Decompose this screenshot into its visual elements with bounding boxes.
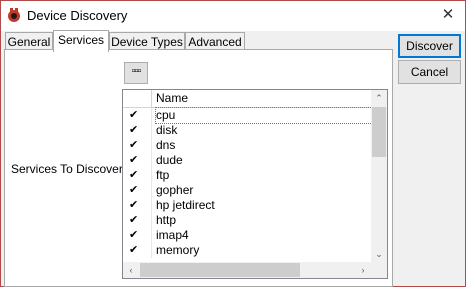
tab-services[interactable]: Services bbox=[53, 30, 109, 52]
check-icon[interactable]: ✔ bbox=[129, 228, 141, 243]
check-icon[interactable]: ✔ bbox=[129, 108, 141, 123]
table-row[interactable]: ✔ gopher bbox=[123, 183, 371, 198]
check-icon[interactable]: ✔ bbox=[129, 153, 141, 168]
close-icon[interactable]: ✕ bbox=[433, 3, 463, 27]
name-column-header[interactable]: Name bbox=[156, 91, 188, 105]
service-name: gopher bbox=[156, 183, 194, 197]
service-name: hp jetdirect bbox=[156, 198, 215, 212]
check-icon[interactable]: ✔ bbox=[129, 138, 141, 153]
table-row[interactable]: ✔ dns bbox=[123, 138, 371, 153]
horizontal-scroll-thumb[interactable] bbox=[140, 263, 300, 277]
table-row[interactable]: ✔ disk bbox=[123, 123, 371, 138]
check-icon[interactable]: ✔ bbox=[129, 198, 141, 213]
service-name: ftp bbox=[156, 168, 170, 182]
grid-header: Name bbox=[123, 90, 371, 108]
check-icon[interactable]: ✔ bbox=[129, 183, 141, 198]
discover-button[interactable]: Discover bbox=[398, 34, 461, 58]
table-row[interactable]: ✔ cpu bbox=[123, 107, 387, 124]
table-row[interactable]: ✔ memory bbox=[123, 243, 371, 258]
table-row[interactable]: ✔ dude bbox=[123, 153, 371, 168]
service-name: dude bbox=[156, 153, 183, 167]
services-to-discover-label: Services To Discover: bbox=[11, 162, 127, 176]
service-name: http bbox=[156, 213, 177, 227]
table-row[interactable]: ✔ imap4 bbox=[123, 228, 371, 243]
service-name: dns bbox=[156, 138, 176, 152]
vertical-scrollbar[interactable]: ⌃ ⌄ bbox=[371, 90, 387, 262]
cancel-button[interactable]: Cancel bbox=[398, 60, 461, 84]
scroll-right-icon[interactable]: › bbox=[355, 262, 371, 278]
device-discovery-window: Device Discovery ✕ General Services Devi… bbox=[0, 0, 466, 287]
services-rows: ✔ cpu ✔ disk ✔ dns ✔ dude ✔ ftp ✔ gopher ✔ hp j… bbox=[123, 107, 387, 258]
scrollbar-corner bbox=[371, 262, 387, 278]
check-icon[interactable]: ✔ bbox=[129, 123, 141, 138]
checkbox-column-header[interactable] bbox=[123, 90, 152, 107]
service-name: imap4 bbox=[156, 228, 189, 242]
scroll-down-icon[interactable]: ⌄ bbox=[371, 246, 387, 262]
scroll-up-icon[interactable]: ⌃ bbox=[371, 90, 387, 106]
table-row[interactable]: ✔ ftp bbox=[123, 168, 371, 183]
check-icon[interactable]: ✔ bbox=[129, 243, 141, 258]
table-row[interactable]: ✔ http bbox=[123, 213, 371, 228]
service-name: cpu bbox=[154, 107, 387, 124]
service-name: disk bbox=[156, 123, 178, 137]
title-bar[interactable]: Device Discovery ✕ bbox=[1, 1, 465, 31]
window-title: Device Discovery bbox=[27, 8, 128, 23]
check-icon[interactable]: ✔ bbox=[129, 213, 141, 228]
vertical-scroll-thumb[interactable] bbox=[372, 107, 386, 157]
services-grid[interactable]: Name ✔ cpu ✔ disk ✔ dns ✔ dude ✔ ftp ✔ gopher … bbox=[122, 89, 388, 279]
app-icon bbox=[8, 8, 20, 22]
edit-services-button[interactable]: ▫▫▫ bbox=[124, 62, 148, 84]
horizontal-scrollbar[interactable]: ‹ › bbox=[123, 262, 371, 278]
check-icon[interactable]: ✔ bbox=[129, 168, 141, 183]
services-panel: Services To Discover: ▫▫▫ Name ✔ cpu ✔ dis… bbox=[4, 49, 393, 287]
service-name: memory bbox=[156, 243, 200, 257]
scroll-left-icon[interactable]: ‹ bbox=[123, 262, 139, 278]
table-row[interactable]: ✔ hp jetdirect bbox=[123, 198, 371, 213]
